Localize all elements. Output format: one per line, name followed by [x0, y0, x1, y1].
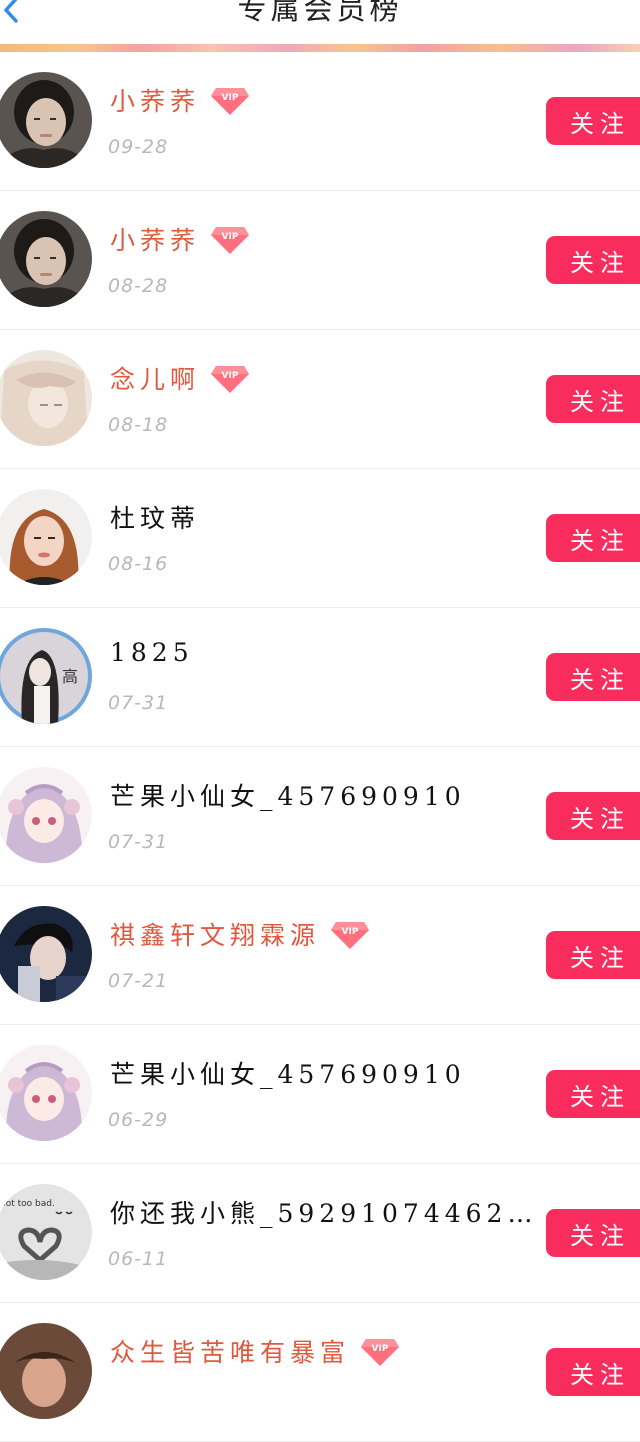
- member-date: 08-28: [108, 275, 169, 297]
- member-date: 06-11: [108, 1248, 169, 1270]
- member-date: 07-21: [108, 970, 169, 992]
- follow-button[interactable]: 关注: [546, 1070, 640, 1118]
- member-list: 小荞荞 VIP 09-28 关注 小荞荞 VIP 08-28 关注 念儿啊 VI…: [0, 52, 640, 1442]
- avatar[interactable]: [0, 906, 92, 1002]
- svg-text:VIP: VIP: [372, 1344, 389, 1354]
- avatar[interactable]: [0, 72, 92, 168]
- avatar[interactable]: 高: [0, 628, 92, 724]
- name-line: 小荞荞 VIP: [110, 221, 250, 257]
- member-name: 芒果小仙女_457690910: [110, 782, 466, 811]
- member-date: 09-28: [108, 136, 169, 158]
- follow-button[interactable]: 关注: [546, 792, 640, 840]
- member-row[interactable]: 小荞荞 VIP 08-28 关注: [0, 191, 640, 330]
- member-date: 07-31: [108, 692, 169, 714]
- name-line: 你还我小熊_59291074462…: [110, 1194, 537, 1230]
- svg-text:VIP: VIP: [342, 927, 359, 937]
- name-line: 芒果小仙女_457690910: [110, 777, 466, 813]
- name-line: 祺鑫轩文翔霖源 VIP: [110, 916, 370, 952]
- member-row[interactable]: 众生皆苦唯有暴富 VIP 关注: [0, 1303, 640, 1442]
- member-name: 小荞荞: [110, 226, 201, 255]
- member-date: 08-16: [108, 553, 169, 575]
- follow-button[interactable]: 关注: [546, 653, 640, 701]
- member-row[interactable]: 念儿啊 VIP 08-18 关注: [0, 330, 640, 469]
- name-line: 1825: [110, 638, 194, 667]
- member-date: 07-31: [108, 831, 169, 853]
- member-name: 你还我小熊_59291074462…: [110, 1199, 538, 1228]
- page-title: 专属会员榜: [237, 0, 403, 26]
- vip-diamond-icon: VIP: [210, 362, 250, 394]
- svg-text:VIP: VIP: [222, 371, 239, 381]
- name-line: 小荞荞 VIP: [110, 82, 250, 118]
- avatar[interactable]: [0, 350, 92, 446]
- avatar[interactable]: [0, 211, 92, 307]
- member-name: 1825: [110, 638, 194, 667]
- member-row[interactable]: 芒果小仙女_457690910 07-31 关注: [0, 747, 640, 886]
- avatar[interactable]: [0, 1045, 92, 1141]
- svg-text:not too bad.: not too bad.: [0, 1199, 55, 1209]
- svg-text:VIP: VIP: [222, 93, 239, 103]
- vip-diamond-icon: VIP: [360, 1335, 400, 1367]
- member-row[interactable]: 杜玟蒂 08-16 关注: [0, 469, 640, 608]
- name-line: 芒果小仙女_457690910: [110, 1055, 466, 1091]
- member-row[interactable]: 高 1825 07-31 关注: [0, 608, 640, 747]
- follow-button[interactable]: 关注: [546, 1348, 640, 1396]
- avatar[interactable]: [0, 1323, 92, 1419]
- follow-button[interactable]: 关注: [546, 97, 640, 145]
- member-row[interactable]: 芒果小仙女_457690910 06-29 关注: [0, 1025, 640, 1164]
- member-row[interactable]: 祺鑫轩文翔霖源 VIP 07-21 关注: [0, 886, 640, 1025]
- follow-button[interactable]: 关注: [546, 375, 640, 423]
- avatar[interactable]: not too bad.: [0, 1184, 92, 1280]
- member-date: 08-18: [108, 414, 169, 436]
- avatar[interactable]: [0, 489, 92, 585]
- vip-diamond-icon: VIP: [330, 918, 370, 950]
- follow-button[interactable]: 关注: [546, 236, 640, 284]
- follow-button[interactable]: 关注: [546, 514, 640, 562]
- header: 专属会员榜: [0, 0, 640, 52]
- name-line: 众生皆苦唯有暴富 VIP: [110, 1333, 400, 1369]
- vip-diamond-icon: VIP: [210, 223, 250, 255]
- follow-button[interactable]: 关注: [546, 1209, 640, 1257]
- member-row[interactable]: 小荞荞 VIP 09-28 关注: [0, 52, 640, 191]
- name-line: 杜玟蒂: [110, 499, 200, 535]
- header-decorative-stripe: [0, 44, 640, 52]
- member-date: 06-29: [108, 1109, 169, 1131]
- member-name: 众生皆苦唯有暴富: [110, 1338, 351, 1367]
- svg-text:高: 高: [62, 667, 78, 686]
- vip-diamond-icon: VIP: [210, 84, 250, 116]
- member-name: 念儿啊: [110, 365, 201, 394]
- member-name: 杜玟蒂: [110, 504, 201, 533]
- member-row[interactable]: not too bad. 你还我小熊_59291074462… 06-11 关注: [0, 1164, 640, 1303]
- avatar[interactable]: [0, 767, 92, 863]
- name-line: 念儿啊 VIP: [110, 360, 250, 396]
- member-name: 祺鑫轩文翔霖源: [110, 921, 321, 950]
- member-name: 芒果小仙女_457690910: [110, 1060, 466, 1089]
- svg-text:VIP: VIP: [222, 232, 239, 242]
- member-name: 小荞荞: [110, 87, 201, 116]
- follow-button[interactable]: 关注: [546, 931, 640, 979]
